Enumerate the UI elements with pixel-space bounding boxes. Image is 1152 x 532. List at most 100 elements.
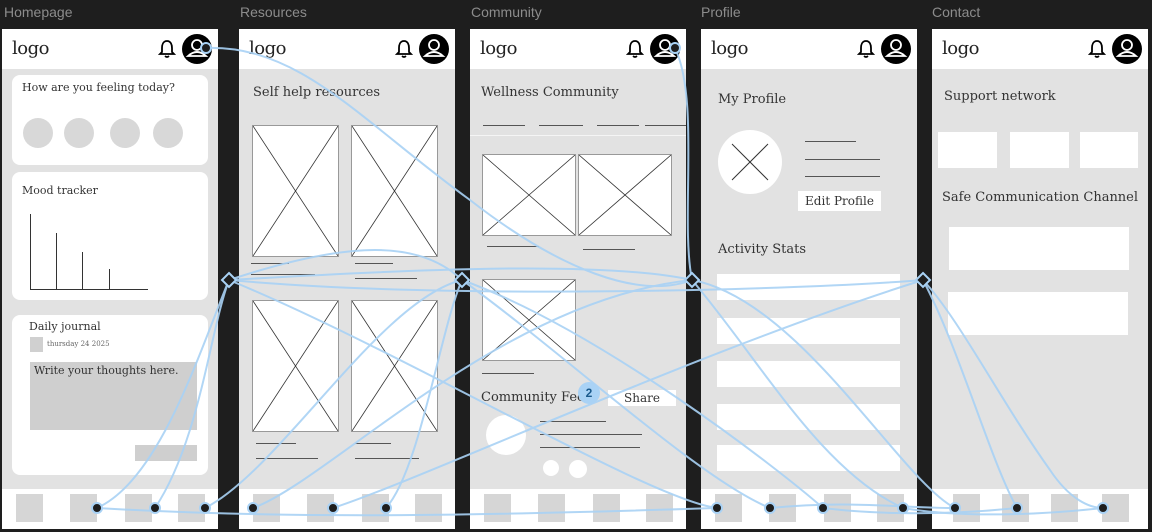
bell-icon[interactable] bbox=[395, 39, 413, 59]
nav-button[interactable] bbox=[877, 494, 904, 522]
message-box[interactable] bbox=[948, 292, 1128, 335]
contact-card[interactable] bbox=[938, 132, 997, 168]
tab-link[interactable] bbox=[645, 125, 686, 126]
tab-link[interactable] bbox=[539, 125, 583, 126]
text-line bbox=[583, 249, 635, 250]
user-avatar-icon[interactable] bbox=[650, 34, 680, 64]
user-avatar-icon[interactable] bbox=[182, 34, 212, 64]
stat-row bbox=[717, 445, 900, 471]
connector-anchor bbox=[220, 271, 238, 289]
logo[interactable]: logo bbox=[711, 38, 748, 59]
nav-button[interactable] bbox=[1102, 494, 1129, 522]
text-line bbox=[256, 458, 318, 459]
image-placeholder-icon[interactable] bbox=[482, 279, 576, 361]
bottom-nav bbox=[932, 489, 1148, 529]
stats-title: Activity Stats bbox=[718, 242, 807, 257]
contact-card[interactable] bbox=[1010, 132, 1069, 168]
nav-button[interactable] bbox=[362, 494, 389, 522]
connector-anchor bbox=[914, 271, 932, 289]
reaction-icon[interactable] bbox=[543, 460, 559, 476]
text-line bbox=[251, 274, 315, 275]
mood-option[interactable] bbox=[153, 118, 183, 148]
top-bar: logo bbox=[701, 29, 917, 69]
tab-link[interactable] bbox=[483, 125, 525, 126]
logo[interactable]: logo bbox=[942, 38, 979, 59]
connector-anchor bbox=[683, 271, 701, 289]
text-line bbox=[482, 373, 534, 374]
nav-button[interactable] bbox=[593, 494, 620, 522]
bell-icon[interactable] bbox=[1088, 39, 1106, 59]
share-button[interactable]: Share bbox=[608, 390, 676, 406]
feed-title: Community Feed bbox=[481, 390, 594, 405]
nav-button[interactable] bbox=[715, 494, 742, 522]
journal-input[interactable]: Write your thoughts here. bbox=[30, 362, 197, 430]
divider bbox=[470, 135, 686, 136]
nav-button[interactable] bbox=[125, 494, 152, 522]
nav-button[interactable] bbox=[415, 494, 442, 522]
text-line bbox=[540, 434, 642, 435]
logo[interactable]: logo bbox=[12, 38, 49, 59]
image-placeholder-icon[interactable] bbox=[252, 125, 339, 257]
frame-label-profile: Profile bbox=[701, 4, 741, 20]
user-avatar-icon[interactable] bbox=[1112, 34, 1142, 64]
comment-icon[interactable] bbox=[569, 460, 587, 478]
network-title: Support network bbox=[944, 89, 1056, 104]
nav-button[interactable] bbox=[16, 494, 43, 522]
bell-icon[interactable] bbox=[857, 39, 875, 59]
mood-option[interactable] bbox=[23, 118, 53, 148]
user-avatar-icon[interactable] bbox=[419, 34, 449, 64]
logo[interactable]: logo bbox=[249, 38, 286, 59]
stat-row bbox=[717, 361, 900, 387]
nav-button[interactable] bbox=[953, 494, 980, 522]
bottom-nav bbox=[701, 489, 917, 529]
frame-label-homepage: Homepage bbox=[4, 4, 73, 20]
edit-profile-button[interactable]: Edit Profile bbox=[798, 191, 881, 211]
nav-button[interactable] bbox=[538, 494, 565, 522]
user-avatar-icon[interactable] bbox=[881, 34, 911, 64]
feeling-card: How are you feeling today? bbox=[12, 75, 208, 165]
nav-button[interactable] bbox=[253, 494, 280, 522]
image-placeholder-icon[interactable] bbox=[482, 154, 576, 236]
top-bar: logo bbox=[2, 29, 218, 69]
journal-date: thursday 24 2025 bbox=[47, 340, 110, 348]
nav-button[interactable] bbox=[307, 494, 334, 522]
stat-row bbox=[717, 318, 900, 344]
image-placeholder-icon[interactable] bbox=[252, 300, 339, 432]
journal-title: Daily journal bbox=[29, 320, 101, 333]
contact-card[interactable] bbox=[1080, 132, 1138, 168]
avatar bbox=[486, 415, 526, 455]
message-box[interactable] bbox=[949, 227, 1129, 270]
chart-bar bbox=[56, 233, 57, 289]
text-line bbox=[805, 176, 880, 177]
section-title: Self help resources bbox=[253, 85, 381, 100]
nav-button[interactable] bbox=[178, 494, 205, 522]
logo[interactable]: logo bbox=[480, 38, 517, 59]
calendar-icon bbox=[30, 337, 43, 352]
profile-picture[interactable] bbox=[718, 130, 782, 194]
image-placeholder-icon[interactable] bbox=[351, 125, 438, 257]
bell-icon[interactable] bbox=[158, 39, 176, 59]
nav-button[interactable] bbox=[769, 494, 796, 522]
nav-button[interactable] bbox=[646, 494, 673, 522]
frame-label-contact: Contact bbox=[932, 4, 981, 20]
save-entry-button[interactable] bbox=[135, 445, 197, 461]
text-line bbox=[540, 447, 640, 448]
text-line bbox=[487, 246, 539, 247]
top-bar: logo bbox=[470, 29, 686, 69]
mood-tracker-card: Mood tracker bbox=[12, 172, 208, 300]
mood-option[interactable] bbox=[110, 118, 140, 148]
text-line bbox=[805, 141, 856, 142]
nav-button[interactable] bbox=[484, 494, 511, 522]
image-placeholder-icon[interactable] bbox=[351, 300, 438, 432]
mood-option[interactable] bbox=[64, 118, 94, 148]
nav-button[interactable] bbox=[1002, 494, 1029, 522]
bottom-nav bbox=[2, 489, 218, 529]
tab-link[interactable] bbox=[597, 125, 639, 126]
mood-tracker-title: Mood tracker bbox=[22, 184, 98, 197]
nav-button[interactable] bbox=[1051, 494, 1078, 522]
nav-button[interactable] bbox=[824, 494, 851, 522]
image-placeholder-icon[interactable] bbox=[578, 154, 672, 236]
comment-count-badge[interactable]: 2 bbox=[578, 382, 600, 404]
nav-button[interactable] bbox=[70, 494, 97, 522]
bell-icon[interactable] bbox=[626, 39, 644, 59]
